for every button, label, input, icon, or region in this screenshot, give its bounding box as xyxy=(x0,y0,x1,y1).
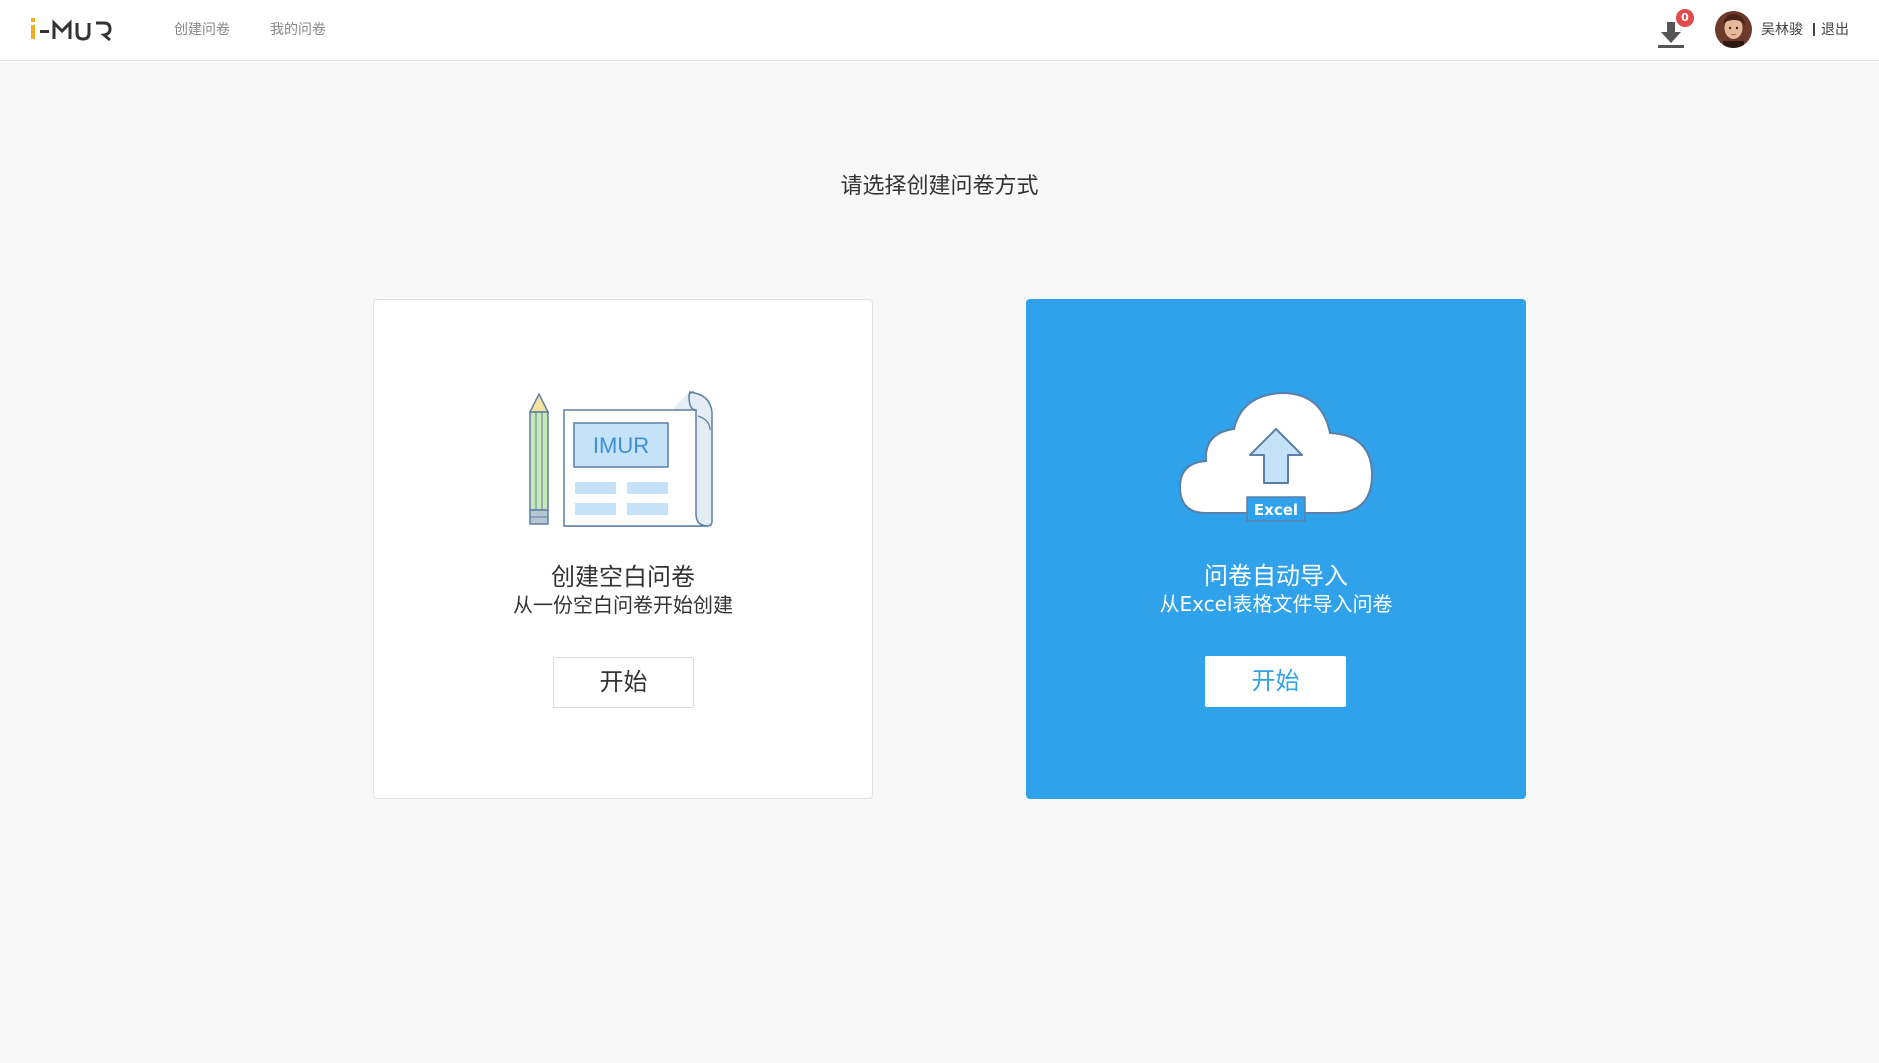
nav-my-surveys[interactable]: 我的问卷 xyxy=(270,21,326,39)
create-blank-survey-card[interactable]: IMUR 创建空白问卷 从一份空白问卷开始创建 开始 xyxy=(373,299,873,799)
start-import-button[interactable]: 开始 xyxy=(1205,656,1346,707)
excel-label: Excel xyxy=(1254,501,1298,519)
download-count-badge: 0 xyxy=(1676,9,1694,27)
top-bar: 创建问卷 我的问卷 0 吴林骏 退出 xyxy=(0,0,1879,61)
card-subtitle: 从Excel表格文件导入问卷 xyxy=(1159,592,1393,616)
start-blank-button[interactable]: 开始 xyxy=(553,657,694,708)
logout-link[interactable]: 退出 xyxy=(1821,21,1849,39)
card-subtitle: 从一份空白问卷开始创建 xyxy=(513,593,733,617)
blank-survey-illustration-icon: IMUR xyxy=(528,391,713,527)
card-title: 创建空白问卷 xyxy=(551,563,695,591)
page-title: 请选择创建问卷方式 xyxy=(840,174,1039,199)
import-survey-card[interactable]: Excel 问卷自动导入 从Excel表格文件导入问卷 开始 xyxy=(1026,299,1526,799)
cloud-upload-icon: Excel xyxy=(1178,391,1374,522)
avatar[interactable] xyxy=(1715,11,1752,48)
imur-text: IMUR xyxy=(593,433,649,458)
imur-logo[interactable] xyxy=(29,14,125,46)
user-name[interactable]: 吴林骏 xyxy=(1761,21,1803,39)
card-title: 问卷自动导入 xyxy=(1204,562,1348,590)
nav-create-survey[interactable]: 创建问卷 xyxy=(174,21,230,39)
divider xyxy=(1813,23,1815,36)
